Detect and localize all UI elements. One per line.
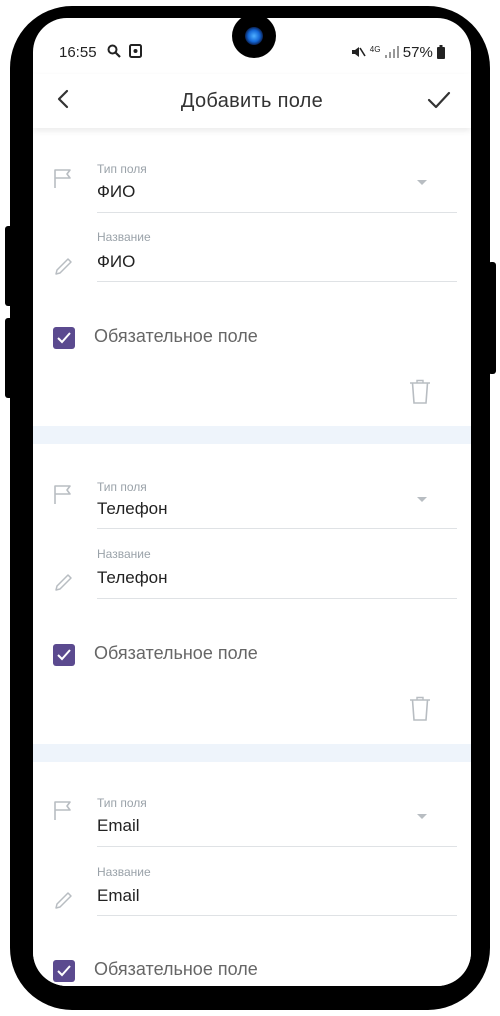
- required-label[interactable]: Обязательное поле: [94, 643, 258, 664]
- field-name-underline: [97, 598, 457, 599]
- field-name-label: Название: [97, 547, 151, 561]
- field-type-label: Тип поля: [97, 480, 147, 494]
- field-list: Тип поля ФИО Название ФИО Обязательное п…: [33, 128, 471, 986]
- checkmark-icon[interactable]: [425, 86, 453, 114]
- field-name-underline: [97, 281, 457, 282]
- trash-icon[interactable]: [409, 696, 431, 722]
- field-type-underline: [97, 212, 457, 213]
- required-checkbox[interactable]: [53, 960, 75, 982]
- network-type: 4G: [369, 45, 381, 54]
- top-app-bar: Добавить поле: [33, 74, 471, 128]
- flag-icon: [54, 169, 71, 188]
- search-icon: [107, 44, 121, 58]
- status-time: 16:55: [59, 44, 97, 61]
- screenshot-icon: [128, 44, 142, 58]
- field-name-label: Название: [97, 230, 151, 244]
- field-name-value: ФИО: [97, 252, 136, 271]
- battery-icon: [437, 45, 445, 59]
- flag-icon: [54, 485, 71, 504]
- field-name-value: Телефон: [97, 568, 168, 587]
- field-type-underline: [97, 846, 457, 847]
- pencil-icon: [55, 258, 72, 275]
- trash-icon[interactable]: [409, 379, 431, 405]
- status-left-icons: [107, 44, 142, 59]
- checkmark-icon: [57, 649, 71, 661]
- status-right: 4G 57%: [350, 44, 445, 61]
- dropdown-arrow-icon: [417, 497, 427, 502]
- mute-icon: [351, 47, 366, 57]
- required-checkbox[interactable]: [53, 327, 75, 349]
- required-checkbox[interactable]: [53, 644, 75, 666]
- field-card: Тип поля Телефон Название Телефон Обязат…: [33, 444, 471, 744]
- checkmark-icon: [57, 332, 71, 344]
- field-type-value: Телефон: [97, 499, 168, 518]
- front-camera: [232, 14, 276, 58]
- signal-icon: [384, 46, 399, 58]
- card-separator: [33, 744, 471, 762]
- power-button: [488, 262, 496, 374]
- dropdown-arrow-icon: [417, 814, 427, 819]
- required-label[interactable]: Обязательное поле: [94, 326, 258, 347]
- field-name-underline: [97, 915, 457, 916]
- field-card: Тип поля Email Название Email Обязательн…: [33, 762, 471, 986]
- volume-button: [5, 318, 13, 398]
- field-type-underline: [97, 528, 457, 529]
- page-title: Добавить поле: [180, 90, 324, 112]
- field-card: Тип поля ФИО Название ФИО Обязательное п…: [33, 128, 471, 426]
- field-name-value: Email: [97, 886, 140, 905]
- dropdown-arrow-icon: [417, 180, 427, 185]
- battery-percent: 57%: [402, 44, 433, 61]
- field-type-value: Email: [97, 816, 140, 835]
- flag-icon: [54, 801, 71, 820]
- required-label[interactable]: Обязательное поле: [94, 959, 258, 980]
- field-type-value: ФИО: [97, 182, 136, 201]
- field-type-label: Тип поля: [97, 162, 147, 176]
- field-name-label: Название: [97, 865, 151, 879]
- volume-button: [5, 226, 13, 306]
- screen: 16:55 4G 57% Добавить поле Тип поля ФИО …: [33, 18, 471, 986]
- checkmark-icon: [57, 965, 71, 977]
- field-type-label: Тип поля: [97, 796, 147, 810]
- card-separator: [33, 426, 471, 444]
- pencil-icon: [55, 892, 72, 909]
- pencil-icon: [55, 574, 72, 591]
